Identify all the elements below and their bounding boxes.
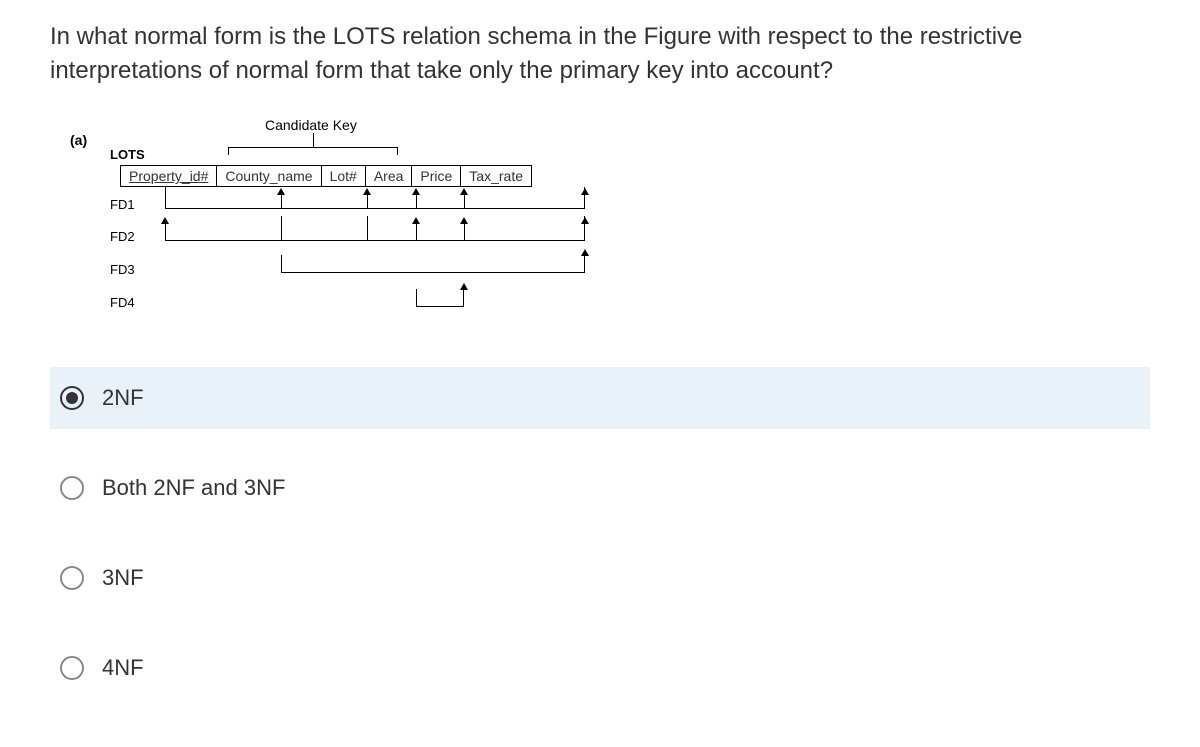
fd2-arrow (581, 217, 589, 224)
fd3-arrow (581, 249, 589, 256)
fd1-arrow (363, 188, 371, 195)
fd1-arrow (277, 188, 285, 195)
fd1-tick (367, 195, 368, 209)
attr-lot: Lot# (321, 166, 365, 187)
fd1-arrow (412, 188, 420, 195)
fd3-line (281, 255, 585, 273)
fd2-arrow (460, 217, 468, 224)
fd4-line (416, 289, 464, 307)
fd1-line (165, 187, 585, 209)
fd1-arrow (460, 188, 468, 195)
option-label: Both 2NF and 3NF (102, 475, 285, 501)
attr-area: Area (365, 166, 412, 187)
fd2-line (165, 216, 585, 241)
fd1-arrow (581, 188, 589, 195)
fd4-label: FD4 (110, 295, 135, 310)
fd4-arrow (460, 283, 468, 290)
fd1-tick (464, 195, 465, 209)
schema-name: LOTS (110, 147, 145, 162)
candidate-key-label: Candidate Key (265, 117, 357, 133)
fd1-tick (281, 195, 282, 209)
fd2-tick (367, 216, 368, 241)
attr-county-name: County_name (217, 166, 321, 187)
option-both-2nf-3nf[interactable]: Both 2NF and 3NF (50, 457, 1150, 519)
schema-table: Property_id# County_name Lot# Area Price… (120, 165, 532, 187)
option-2nf[interactable]: 2NF (50, 367, 1150, 429)
fd2-tick (281, 216, 282, 241)
fd1-tick (416, 195, 417, 209)
attr-tax-rate: Tax_rate (461, 166, 532, 187)
fd2-tick (165, 224, 166, 241)
ck-bracket (228, 147, 398, 155)
ck-stem (313, 133, 314, 147)
attr-property-id: Property_id# (121, 166, 217, 187)
option-4nf[interactable]: 4NF (50, 637, 1150, 699)
fd2-tick (464, 224, 465, 241)
fd2-tick (416, 224, 417, 241)
radio-icon (60, 476, 84, 500)
answer-options: 2NF Both 2NF and 3NF 3NF 4NF (50, 367, 1150, 699)
question-text: In what normal form is the LOTS relation… (50, 20, 1150, 87)
option-label: 2NF (102, 385, 144, 411)
fd3-label: FD3 (110, 262, 135, 277)
option-3nf[interactable]: 3NF (50, 547, 1150, 609)
schema-diagram: (a) Candidate Key LOTS Property_id# Coun… (70, 117, 1150, 337)
fd2-arrow (161, 217, 169, 224)
attr-price: Price (412, 166, 461, 187)
fd2-label: FD2 (110, 229, 135, 244)
radio-icon (60, 386, 84, 410)
part-label: (a) (70, 132, 87, 148)
fd1-label: FD1 (110, 197, 135, 212)
option-label: 3NF (102, 565, 144, 591)
option-label: 4NF (102, 655, 144, 681)
fd2-arrow (412, 217, 420, 224)
radio-icon (60, 656, 84, 680)
radio-icon (60, 566, 84, 590)
